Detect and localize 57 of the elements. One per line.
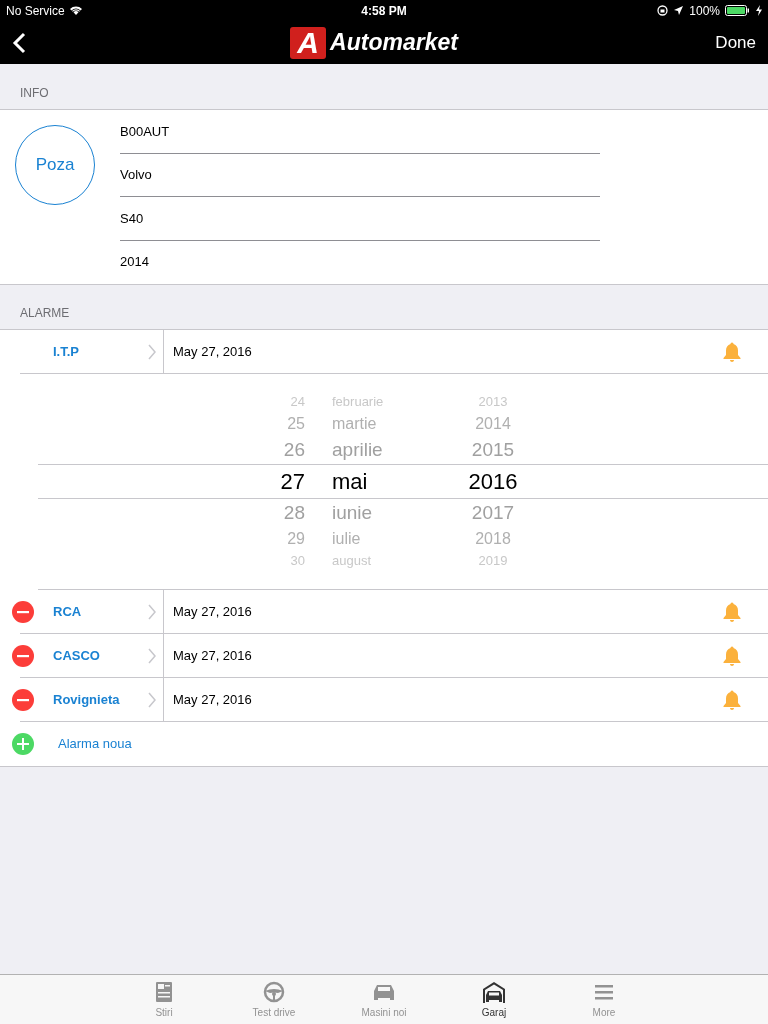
picker-month: mai	[331, 468, 369, 496]
chevron-icon	[147, 647, 157, 664]
garage-icon	[481, 979, 507, 1004]
picker-year: 2014	[474, 414, 512, 434]
alarm-date[interactable]: May 27, 2016	[173, 645, 252, 666]
add-alarm-link[interactable]: Alarma noua	[58, 734, 132, 754]
picker-month: iulie	[331, 529, 362, 549]
input-field[interactable]: B00AUT	[120, 110, 600, 154]
done-button[interactable]: Done	[696, 29, 756, 56]
picker-year: 2018	[474, 529, 512, 549]
bell-icon	[721, 600, 743, 623]
picker-month: iunie	[331, 500, 374, 525]
alarm-label[interactable]: Rovignieta	[53, 689, 120, 710]
alarm-date[interactable]: May 27, 2016	[173, 341, 252, 362]
charging-icon	[756, 5, 762, 16]
picker-month: aprilie	[331, 437, 384, 462]
picker-year: 2016	[467, 468, 519, 496]
delete-icon[interactable]	[12, 645, 34, 667]
picker-day: 28	[38, 498, 308, 528]
section-header: INFO	[20, 85, 49, 102]
wifi-icon	[68, 5, 83, 16]
input-field[interactable]: Volvo	[120, 153, 600, 197]
picker-year: 2017	[470, 500, 516, 525]
logo-mark: A	[290, 26, 327, 59]
picker-day: 27	[38, 465, 308, 498]
chevron-icon	[147, 603, 157, 620]
app-title: Automarket	[330, 28, 458, 58]
add-icon[interactable]	[12, 733, 34, 755]
input-field[interactable]: 2014	[120, 240, 600, 284]
clock-text: 4:58 PM	[361, 2, 407, 20]
alarm-date[interactable]: May 27, 2016	[173, 601, 252, 622]
alarm-label[interactable]: I.T.P	[53, 341, 79, 362]
tab-item[interactable]: Garaj	[439, 975, 549, 1024]
alarm-date[interactable]: May 27, 2016	[173, 689, 252, 710]
chevron-icon	[147, 343, 157, 360]
input-field[interactable]: S40	[120, 197, 600, 241]
picker-day: 29	[38, 527, 308, 551]
steering-wheel-icon	[261, 979, 287, 1004]
location-arrow-icon	[673, 5, 685, 16]
back-icon	[12, 31, 26, 54]
picker-day: 26	[38, 435, 308, 465]
rotation-lock-icon	[657, 5, 669, 16]
delete-icon[interactable]	[12, 689, 34, 711]
picker-year: 2015	[470, 437, 516, 462]
battery-icon	[725, 5, 751, 16]
chevron-icon	[147, 691, 157, 708]
alarm-label[interactable]: RCA	[53, 601, 82, 622]
bell-icon	[721, 340, 743, 363]
delete-icon[interactable]	[12, 601, 34, 623]
carrier-text: No Service	[6, 2, 65, 20]
picker-month: martie	[331, 414, 378, 434]
bell-icon	[721, 688, 743, 711]
battery-text: 100%	[689, 2, 720, 20]
picker-day: 25	[38, 412, 308, 436]
section-header: ALARME	[20, 305, 70, 322]
alarm-label[interactable]: CASCO	[53, 645, 100, 666]
bell-icon	[721, 644, 743, 667]
